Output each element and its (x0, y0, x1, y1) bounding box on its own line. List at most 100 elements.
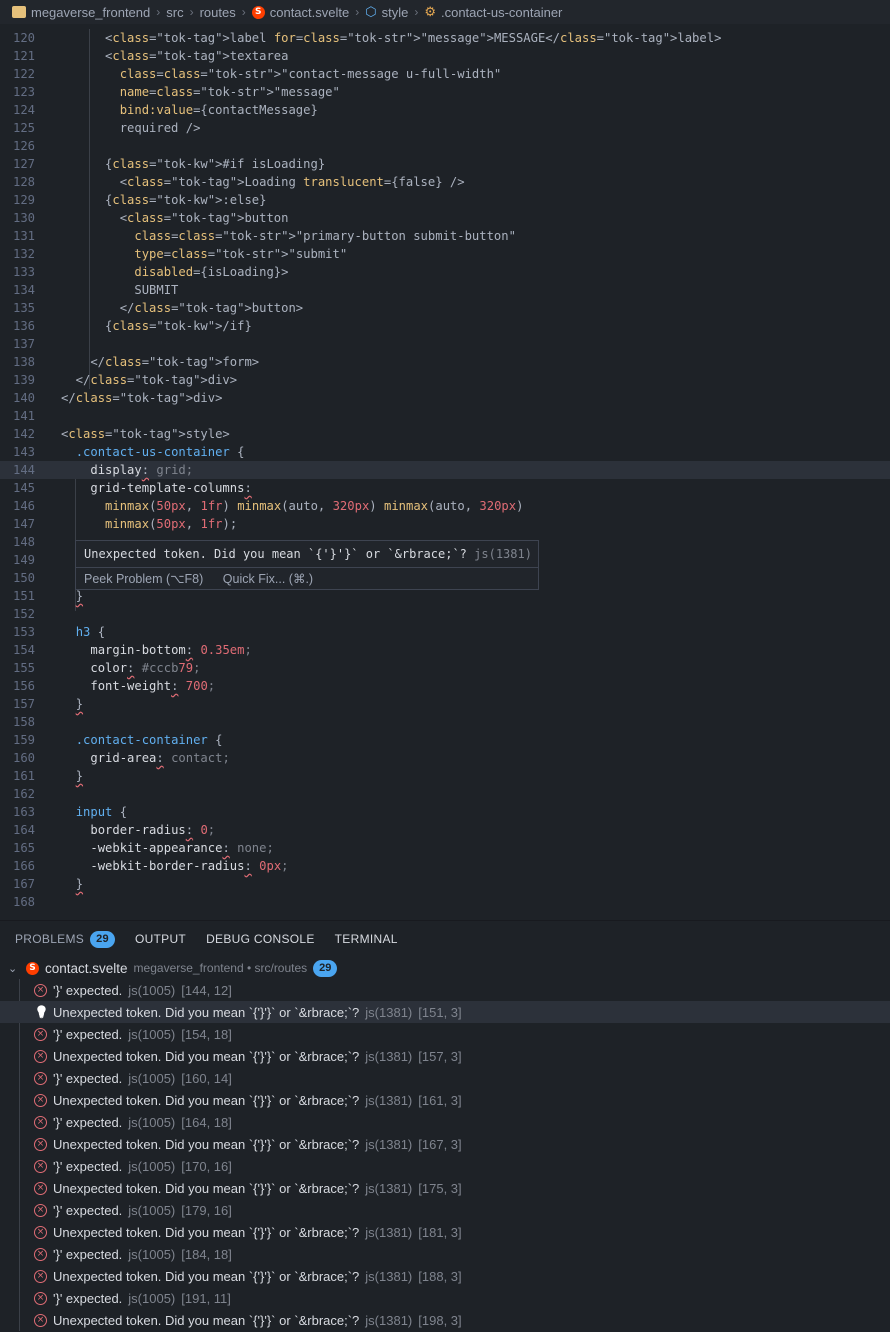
breadcrumb-item[interactable]: ⬡ style (365, 4, 408, 20)
code-line[interactable]: 152 (0, 605, 890, 623)
code-line[interactable]: 161 } (0, 767, 890, 785)
problem-item[interactable]: × '}' expected. js(1005) [184, 18] (0, 1243, 890, 1265)
problem-item[interactable]: × Unexpected token. Did you mean `{'}'}` … (0, 1265, 890, 1287)
tab-problems[interactable]: PROBLEMS 29 (15, 930, 115, 948)
breadcrumb-item[interactable]: Scontact.svelte (251, 5, 349, 20)
problem-item[interactable]: × '}' expected. js(1005) [154, 18] (0, 1023, 890, 1045)
code-line[interactable]: 159 .contact-container { (0, 731, 890, 749)
code-editor[interactable]: 120 <class="tok-tag">label for=class="to… (0, 24, 890, 920)
problem-source: js(1381) (365, 1092, 413, 1108)
code-line[interactable]: 123 name=class="tok-str">"message" (0, 83, 890, 101)
code-line[interactable]: 142 <class="tok-tag">style> (0, 425, 890, 443)
svelte-icon: S (251, 5, 265, 19)
problem-item[interactable]: × Unexpected token. Did you mean `{'}'}` … (0, 1177, 890, 1199)
code-line[interactable]: 143 .contact-us-container { (0, 443, 890, 461)
breadcrumb-item[interactable]: ⚙ .contact-us-container (424, 4, 562, 20)
code-line[interactable]: 138 </class="tok-tag">form> (0, 353, 890, 371)
peek-problem-link[interactable]: Peek Problem (⌥F8) (84, 572, 203, 586)
code-line[interactable]: 156 font-weight: 700; (0, 677, 890, 695)
breadcrumb-item[interactable]: megaverse_frontend (12, 5, 150, 20)
code-line[interactable]: 132 type=class="tok-str">"submit" (0, 245, 890, 263)
code-line[interactable]: 136 {class="tok-kw">/if} (0, 317, 890, 335)
tab-output[interactable]: OUTPUT (135, 932, 186, 946)
breadcrumb-label: megaverse_frontend (31, 4, 151, 20)
problem-item[interactable]: × '}' expected. js(1005) [144, 12] (0, 979, 890, 1001)
problem-item[interactable]: × '}' expected. js(1005) [160, 14] (0, 1067, 890, 1089)
problem-source: js(1005) (128, 982, 176, 998)
code-line[interactable]: 165 -webkit-appearance: none; (0, 839, 890, 857)
tab-debug-console[interactable]: DEBUG CONSOLE (206, 932, 315, 946)
breadcrumb-item[interactable]: routes (200, 5, 236, 20)
code-line[interactable]: 135 </class="tok-tag">button> (0, 299, 890, 317)
code-text: input { (75, 805, 128, 819)
line-number: 139 (12, 373, 35, 387)
code-line[interactable]: 127 {class="tok-kw">#if isLoading} (0, 155, 890, 173)
code-line[interactable]: 166 -webkit-border-radius: 0px; (0, 857, 890, 875)
line-number: 130 (12, 211, 35, 225)
error-icon: × (34, 1071, 47, 1085)
breadcrumb-separator: › (414, 5, 419, 19)
problem-source: js(1005) (128, 1202, 176, 1218)
problem-file-row[interactable]: ⌄ S contact.svelte megaverse_frontend • … (0, 957, 890, 979)
problem-item[interactable]: × Unexpected token. Did you mean `{'}'}` … (0, 1089, 890, 1111)
line-number: 154 (12, 643, 35, 657)
code-line[interactable]: 122 class=class="tok-str">"contact-messa… (0, 65, 890, 83)
code-line[interactable]: 140 </class="tok-tag">div> (0, 389, 890, 407)
code-text: minmax(50px, 1fr) minmax(auto, 320px) mi… (105, 499, 524, 513)
problem-message: '}' expected. (53, 1246, 123, 1262)
code-line[interactable]: 144 display: grid; (0, 461, 890, 479)
code-line[interactable]: 131 class=class="tok-str">"primary-butto… (0, 227, 890, 245)
problem-item[interactable]: × Unexpected token. Did you mean `{'}'}` … (0, 1221, 890, 1243)
code-line[interactable]: 158 (0, 713, 890, 731)
problem-item[interactable]: 💡 Unexpected token. Did you mean `{'}'}` … (0, 1001, 890, 1023)
code-line[interactable]: 155 color: #cccb79; (0, 659, 890, 677)
problem-item[interactable]: × '}' expected. js(1005) [179, 16] (0, 1199, 890, 1221)
line-number: 160 (12, 751, 35, 765)
code-lines[interactable]: 120 <class="tok-tag">label for=class="to… (0, 29, 890, 911)
code-line[interactable]: 162 (0, 785, 890, 803)
code-line[interactable]: 145 grid-template-columns: (0, 479, 890, 497)
code-line[interactable]: 163 input { (0, 803, 890, 821)
problem-item[interactable]: × '}' expected. js(1005) [164, 18] (0, 1111, 890, 1133)
quick-fix-link[interactable]: Quick Fix... (⌘.) (223, 572, 313, 586)
code-line[interactable]: 133 disabled={isLoading}> (0, 263, 890, 281)
code-line[interactable]: 125 required /> (0, 119, 890, 137)
code-line[interactable]: 134 SUBMIT (0, 281, 890, 299)
problem-item[interactable]: × Unexpected token. Did you mean `{'}'}` … (0, 1309, 890, 1331)
code-line[interactable]: 160 grid-area: contact; (0, 749, 890, 767)
code-line[interactable]: 154 margin-bottom: 0.35em; (0, 641, 890, 659)
code-line[interactable]: 146 minmax(50px, 1fr) minmax(auto, 320px… (0, 497, 890, 515)
code-line[interactable]: 153 h3 { (0, 623, 890, 641)
code-line[interactable]: 137 (0, 335, 890, 353)
code-line[interactable]: 130 <class="tok-tag">button (0, 209, 890, 227)
line-number: 146 (12, 499, 35, 513)
chevron-down-icon[interactable]: ⌄ (8, 962, 20, 975)
tab-terminal[interactable]: TERMINAL (335, 932, 398, 946)
code-line[interactable]: 167 } (0, 875, 890, 893)
line-number: 123 (12, 85, 35, 99)
error-icon: × (34, 983, 47, 997)
code-line[interactable]: 126 (0, 137, 890, 155)
breadcrumb-label: src (166, 4, 184, 20)
code-line[interactable]: 124 bind:value={contactMessage} (0, 101, 890, 119)
code-line[interactable]: 128 <class="tok-tag">Loading translucent… (0, 173, 890, 191)
code-line[interactable]: 147 minmax(50px, 1fr); (0, 515, 890, 533)
code-line[interactable]: 141 (0, 407, 890, 425)
code-line[interactable]: 129 {class="tok-kw">:else} (0, 191, 890, 209)
breadcrumb-item[interactable]: src (166, 5, 183, 20)
code-text: display: grid; (90, 463, 194, 477)
code-line[interactable]: 164 border-radius: 0; (0, 821, 890, 839)
problem-location: [164, 18] (181, 1114, 232, 1130)
code-line[interactable]: 139 </class="tok-tag">div> (0, 371, 890, 389)
line-number: 145 (12, 481, 35, 495)
problem-item[interactable]: × Unexpected token. Did you mean `{'}'}` … (0, 1045, 890, 1067)
code-line[interactable]: 157 } (0, 695, 890, 713)
problem-item[interactable]: × '}' expected. js(1005) [191, 11] (0, 1287, 890, 1309)
code-line[interactable]: 121 <class="tok-tag">textarea (0, 47, 890, 65)
problem-item[interactable]: × Unexpected token. Did you mean `{'}'}` … (0, 1133, 890, 1155)
code-text: disabled={isLoading}> (134, 265, 289, 279)
code-line[interactable]: 120 <class="tok-tag">label for=class="to… (0, 29, 890, 47)
problem-item[interactable]: × '}' expected. js(1005) [170, 16] (0, 1155, 890, 1177)
code-line[interactable]: 168 (0, 893, 890, 911)
line-number: 132 (12, 247, 35, 261)
